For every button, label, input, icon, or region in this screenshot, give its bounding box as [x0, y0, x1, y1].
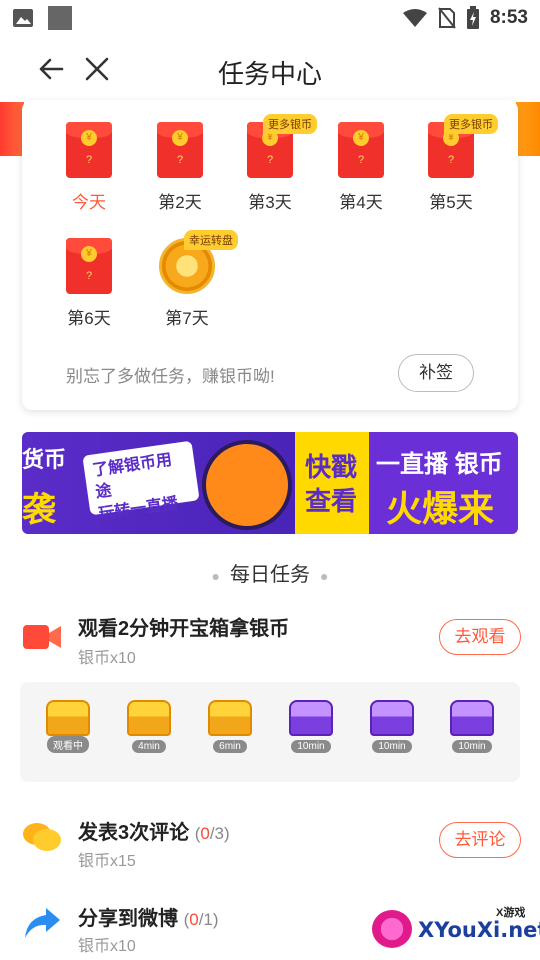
chest-label: 10min — [291, 740, 331, 753]
no-sim-icon — [438, 7, 456, 29]
chest-label: 10min — [372, 740, 412, 753]
treasure-chest-icon — [289, 700, 333, 736]
chest-label: 观看中 — [47, 736, 89, 753]
promo-banner[interactable]: 货币 袭 了解银币用途 玩转一直播 快戳 查看 一直播 银币 火爆来 — [22, 432, 518, 534]
checkin-day-4[interactable]: ¥? 第4天 — [316, 122, 406, 213]
task-name-row: 分享到微博 (0/1) — [78, 902, 219, 931]
bonus-badge: 更多银币 — [444, 114, 498, 134]
mascot-icon — [202, 440, 292, 530]
checkin-day-6[interactable]: ¥? 第6天 — [44, 238, 134, 329]
video-camera-icon — [23, 625, 61, 649]
daily-tasks-title: ● 每日任务 ● — [211, 564, 329, 586]
checkin-day-label: 第3天 — [248, 193, 292, 212]
banner-cta: 快戳 查看 — [296, 450, 366, 518]
watermark-text: XYouXi.net — [418, 918, 540, 942]
task-name: 分享到微博 — [78, 908, 178, 930]
task-progress-current: 0 — [189, 910, 199, 929]
lucky-wheel-badge: 幸运转盘 — [184, 230, 238, 250]
checkin-day-7[interactable]: 幸运转盘 第7天 — [142, 230, 238, 329]
checkin-day-label: 第5天 — [429, 193, 473, 212]
chest-label: 6min — [213, 740, 247, 753]
battery-charging-icon — [466, 6, 479, 29]
side-decoration-left — [0, 102, 24, 156]
red-envelope-icon: ¥? — [66, 122, 112, 178]
wifi-icon — [402, 9, 427, 27]
treasure-chest-icon — [46, 700, 90, 736]
red-envelope-icon: ¥? — [157, 122, 203, 178]
makeup-checkin-button[interactable]: 补签 — [398, 354, 474, 392]
banner-text-left-top: 货币 — [22, 447, 67, 472]
treasure-chest-icon — [127, 700, 171, 736]
banner-text-right-top: 一直播 银币 — [376, 451, 503, 478]
red-envelope-icon: ¥? 更多银币 — [247, 114, 317, 178]
checkin-day-label: 今天 — [72, 193, 106, 212]
banner-cta-line2: 查看 — [304, 486, 357, 516]
checkin-day-label: 第6天 — [67, 309, 111, 328]
task-progress: (0/3) — [194, 824, 230, 843]
treasure-chest-icon — [370, 700, 414, 736]
banner-cta-line1: 快戳 — [304, 452, 357, 482]
chest-item[interactable]: 10min — [283, 700, 339, 754]
chest-item[interactable]: 6min — [202, 700, 258, 754]
task-progress-total: /3) — [209, 824, 230, 843]
square-icon — [48, 6, 72, 30]
bonus-badge: 更多银币 — [263, 114, 317, 134]
chat-bubbles-icon — [23, 823, 61, 851]
app-header: 任务中心 — [0, 36, 540, 102]
banner-text-left-bottom: 袭 — [22, 491, 56, 529]
status-bar: 8:53 — [0, 0, 540, 36]
watermark: X游戏 XYouXi.net — [370, 898, 540, 958]
chest-label: 4min — [132, 740, 166, 753]
chest-item[interactable]: 10min — [444, 700, 500, 754]
checkin-day-3[interactable]: ¥? 更多银币 第3天 — [225, 114, 317, 213]
comment-button[interactable]: 去评论 — [439, 822, 521, 858]
banner-text-right-bottom: 火爆来 — [386, 488, 495, 529]
chest-progress-panel: 观看中 4min 6min 10min 10min 10min — [20, 682, 520, 782]
image-icon — [13, 9, 33, 27]
task-name: 观看2分钟开宝箱拿银币 — [78, 618, 290, 640]
checkin-day-label: 第4天 — [339, 193, 383, 212]
status-time: 8:53 — [489, 7, 528, 28]
daily-tasks-title-text: 每日任务 — [230, 564, 310, 586]
side-decoration-right — [516, 102, 540, 156]
chest-item[interactable]: 4min — [121, 700, 177, 754]
chest-item[interactable]: 观看中 — [40, 700, 96, 754]
chest-item[interactable]: 10min — [364, 700, 420, 754]
checkin-card: ¥? 今天 ¥? 第2天 ¥? 更多银币 第3天 ¥? 第4天 ¥? 更多银币 第5… — [22, 100, 518, 410]
checkin-hint: 别忘了多做任务，赚银币呦! — [66, 367, 275, 386]
red-envelope-icon: ¥? 更多银币 — [428, 114, 498, 178]
treasure-chest-icon — [208, 700, 252, 736]
checkin-day-label: 第2天 — [158, 193, 202, 212]
checkin-day-1[interactable]: ¥? 今天 — [44, 122, 134, 213]
share-arrow-icon — [25, 908, 60, 938]
treasure-chest-icon — [450, 700, 494, 736]
task-name-row: 发表3次评论 (0/3) — [78, 816, 230, 845]
checkin-day-label: 第7天 — [165, 309, 209, 328]
page-title: 任务中心 — [217, 59, 322, 89]
banner-pill: 了解银币用途 玩转一直播 — [82, 440, 200, 523]
checkin-day-5[interactable]: ¥? 更多银币 第5天 — [406, 114, 498, 213]
chest-label: 10min — [452, 740, 492, 753]
red-envelope-icon: ¥? — [66, 238, 112, 294]
task-progress: (0/1) — [183, 910, 219, 929]
checkin-day-2[interactable]: ¥? 第2天 — [135, 122, 225, 213]
task-progress-current: 0 — [200, 824, 210, 843]
task-reward: 银币x15 — [78, 853, 136, 870]
task-progress-total: /1) — [198, 910, 219, 929]
task-reward: 银币x10 — [78, 650, 136, 667]
task-reward: 银币x10 — [78, 938, 136, 955]
watch-button[interactable]: 去观看 — [439, 619, 521, 655]
red-envelope-icon: ¥? — [338, 122, 384, 178]
watermark-logo-icon — [372, 910, 412, 948]
task-name: 发表3次评论 — [78, 822, 190, 844]
